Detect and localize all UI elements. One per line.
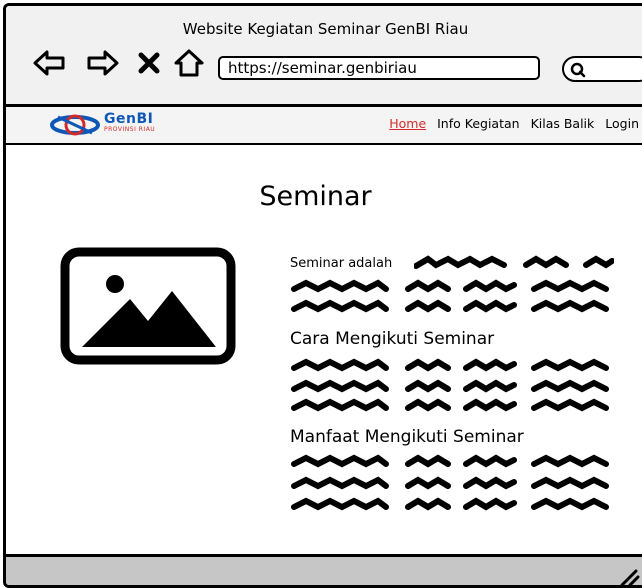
back-arrow-icon[interactable] — [32, 48, 66, 78]
menu-item-home[interactable]: Home — [389, 116, 426, 131]
browser-status-bar — [6, 554, 642, 587]
genbi-logo-icon — [50, 114, 100, 136]
section2-scribble-3 — [291, 497, 609, 511]
intro-label: Seminar adalah — [290, 256, 393, 271]
forward-arrow-icon[interactable] — [86, 48, 120, 78]
section-heading-manfaat: Manfaat Mengikuti Seminar — [290, 427, 524, 447]
section2-scribble-1 — [291, 454, 609, 468]
search-field[interactable] — [562, 56, 642, 82]
main-menu: Home Info Kegiatan Kilas Balik Login — [382, 116, 639, 131]
home-icon[interactable] — [172, 48, 206, 78]
image-placeholder-icon — [60, 247, 236, 365]
intro-scribble — [414, 255, 614, 269]
section1-scribble-1 — [291, 358, 609, 372]
menu-item-login[interactable]: Login — [605, 116, 639, 131]
browser-window: Website Kegiatan Seminar GenBI Riau http… — [3, 3, 642, 588]
intro-line: Seminar adalah — [290, 252, 392, 271]
resize-grip-icon[interactable] — [616, 563, 640, 587]
menu-item-kilas-balik[interactable]: Kilas Balik — [531, 116, 595, 131]
search-icon[interactable] — [568, 60, 588, 80]
section-heading-cara: Cara Mengikuti Seminar — [290, 329, 495, 349]
site-navbar: GenBI PROVINSI RIAU Home Info Kegiatan K… — [6, 107, 642, 145]
window-title: Website Kegiatan Seminar GenBI Riau — [182, 20, 469, 38]
genbi-logo[interactable]: GenBI PROVINSI RIAU — [48, 111, 198, 137]
intro-scribble-2 — [291, 279, 609, 293]
url-bar[interactable]: https://seminar.genbiriau — [218, 56, 540, 80]
intro-scribble-3 — [291, 299, 609, 313]
browser-toolbar: Website Kegiatan Seminar GenBI Riau http… — [6, 6, 642, 107]
section1-scribble-3 — [291, 398, 609, 412]
close-icon[interactable] — [136, 48, 162, 78]
menu-item-info-kegiatan[interactable]: Info Kegiatan — [437, 116, 519, 131]
logo-subtitle: PROVINSI RIAU — [104, 126, 156, 133]
section2-scribble-2 — [291, 476, 609, 490]
page-title: Seminar — [259, 181, 372, 212]
logo-name: GenBI — [104, 111, 154, 127]
section1-scribble-2 — [291, 379, 609, 393]
